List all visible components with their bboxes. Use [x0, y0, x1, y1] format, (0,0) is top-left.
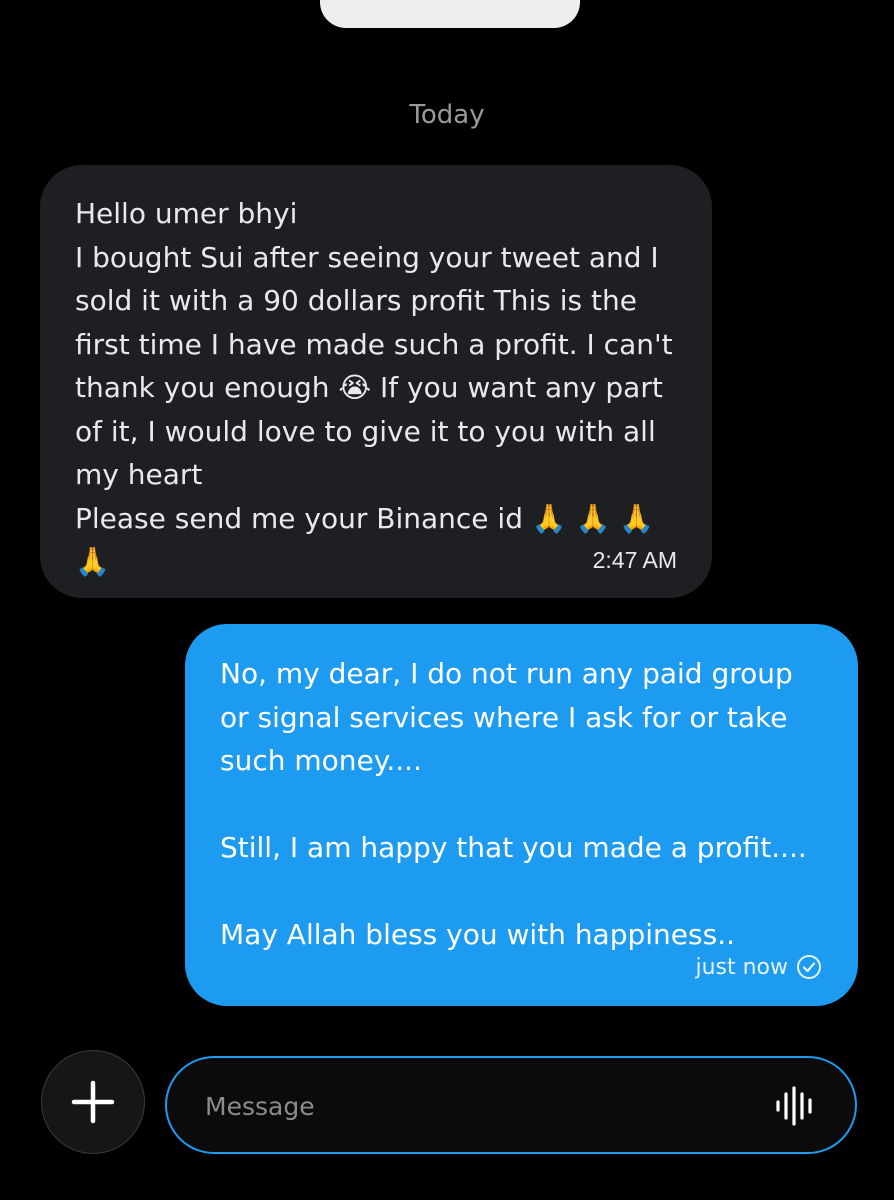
add-attachment-button[interactable]	[41, 1050, 145, 1154]
outgoing-message-text: No, my dear, I do not run any paid group…	[220, 657, 807, 951]
message-composer[interactable]	[165, 1056, 857, 1154]
top-header-pill[interactable]	[320, 0, 580, 28]
outgoing-message-time: just now	[695, 954, 788, 980]
date-separator: Today	[409, 100, 485, 130]
incoming-message-bubble[interactable]: Hello umer bhyi I bought Sui after seein…	[40, 165, 712, 598]
outgoing-message-status: just now	[695, 954, 822, 980]
voice-waveform-icon[interactable]	[775, 1086, 817, 1126]
check-circle-icon	[797, 955, 821, 979]
outgoing-message-bubble[interactable]: No, my dear, I do not run any paid group…	[185, 624, 858, 1006]
message-input[interactable]	[203, 1058, 767, 1154]
incoming-message-time: 2:47 AM	[592, 547, 677, 573]
incoming-message-text: Hello umer bhyi I bought Sui after seein…	[75, 197, 673, 578]
plus-icon	[71, 1080, 115, 1124]
